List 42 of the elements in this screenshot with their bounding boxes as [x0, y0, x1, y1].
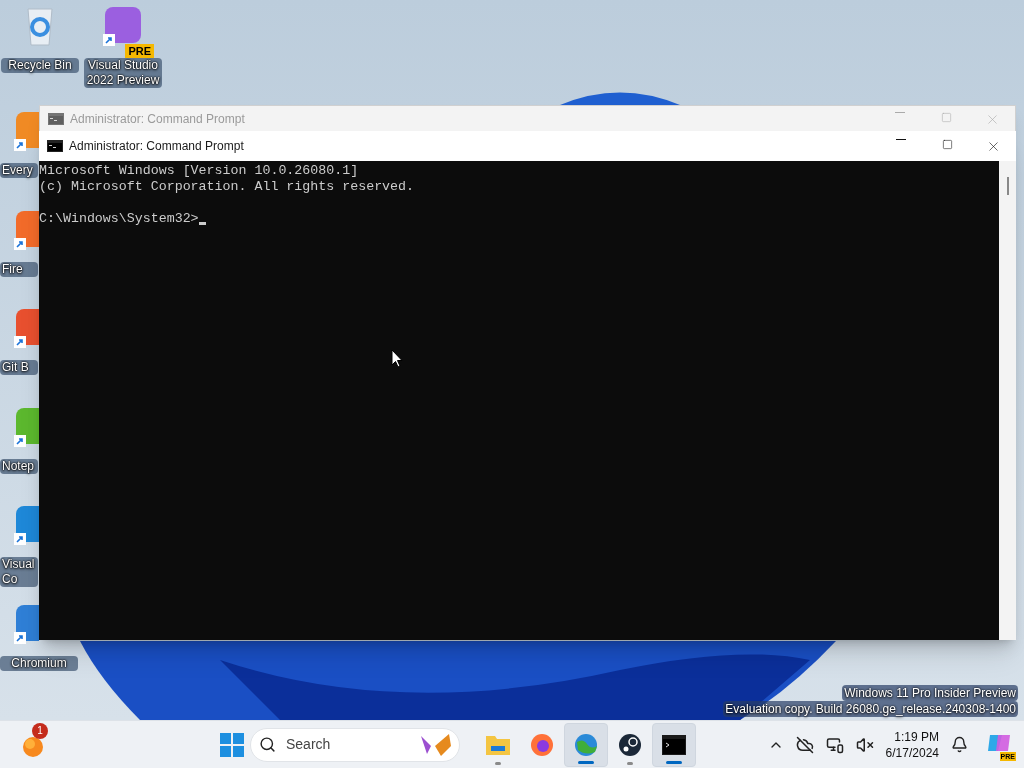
watermark-text: Windows 11 Pro Insider Preview [842, 685, 1018, 701]
console-icon [47, 140, 63, 152]
terminal-icon [662, 734, 686, 755]
console-line: Microsoft Windows [Version 10.0.26080.1] [39, 163, 359, 179]
console-prompt: C:\Windows\System32> [39, 211, 199, 227]
clock[interactable]: 1:19 PM 6/17/2024 [885, 728, 939, 761]
notification-count: 1 [32, 722, 48, 739]
cloud-off-icon[interactable] [795, 735, 814, 754]
maximize-icon [941, 138, 953, 150]
icon-label[interactable]: Visual Studio 2022 Preview [84, 58, 162, 88]
globe-icon [573, 731, 599, 758]
start-icon[interactable] [220, 732, 244, 757]
search-placeholder: Search [286, 735, 331, 754]
minimize-icon [896, 138, 906, 140]
notifications-icon[interactable] [951, 736, 968, 753]
search-icon [259, 736, 276, 753]
window-title: Administrator: Command Prompt [70, 111, 245, 128]
clock-date: 6/17/2024 [885, 744, 939, 761]
volume-muted-icon[interactable] [855, 735, 874, 754]
folder-icon [485, 733, 511, 756]
maximize-icon [940, 111, 952, 123]
text-cursor [198, 222, 206, 225]
taskbar-app[interactable] [652, 722, 696, 767]
icon-label[interactable]: Every [0, 163, 38, 178]
minimize-icon [895, 111, 905, 113]
icon-label[interactable]: Recycle Bin [1, 58, 79, 73]
console-line: (c) Microsoft Corporation. All rights reserved. [39, 179, 415, 195]
icon-label[interactable]: Git B [0, 360, 38, 375]
browser-icon [530, 732, 554, 757]
watermark-text: Evaluation copy. Build 26080.ge_release.240308-1400 [723, 701, 1018, 717]
search-field[interactable]: Search [250, 727, 460, 762]
console-icon [48, 113, 64, 125]
icon-label[interactable]: Visual Co [0, 557, 38, 587]
clock-time: 1:19 PM [894, 728, 939, 745]
preview-badge: PRE [125, 44, 154, 58]
scrollbar[interactable] [999, 161, 1016, 640]
mouse-pointer-icon [391, 349, 403, 368]
steam-icon [618, 732, 642, 757]
console-area[interactable]: Microsoft Windows [Version 10.0.26080.1] (c) Microsoft Corporation. All rights reserved. C:\Windows\System32> [39, 161, 999, 640]
window-title: Administrator: Command Prompt [69, 138, 244, 155]
network-icon[interactable] [825, 735, 844, 754]
scrollbar-thumb[interactable] [1006, 177, 1009, 195]
